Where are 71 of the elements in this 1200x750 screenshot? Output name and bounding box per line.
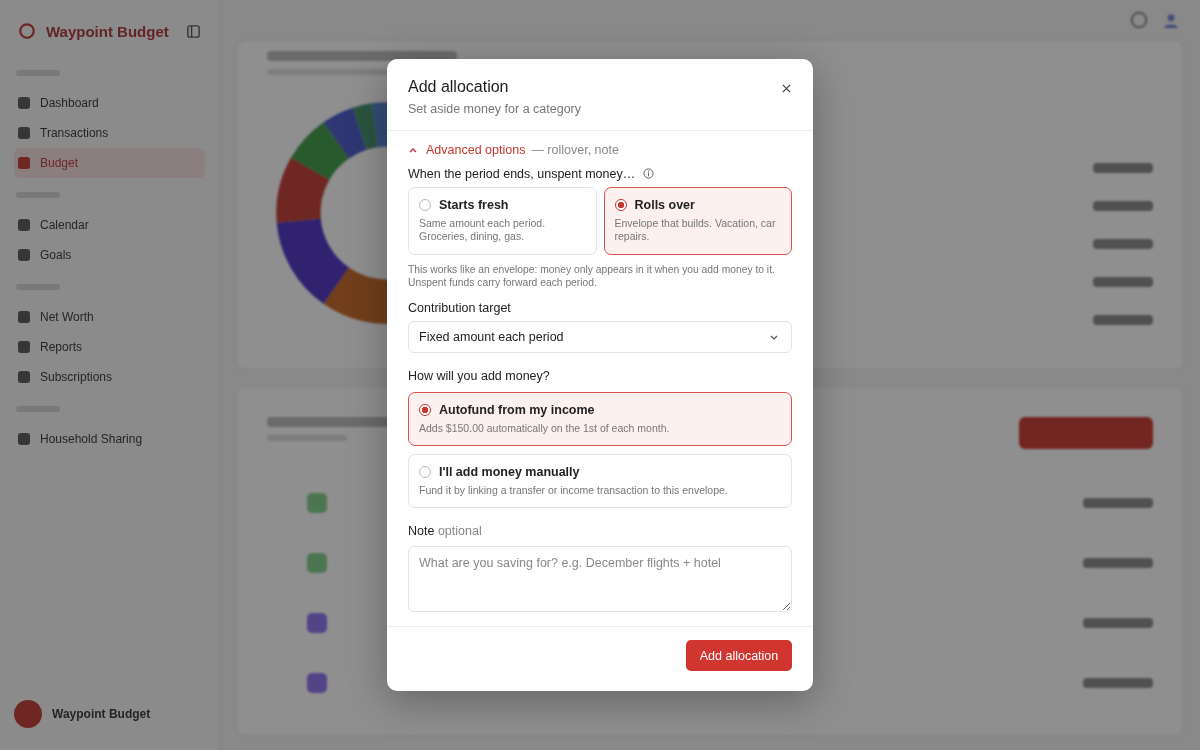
note-label: Note bbox=[408, 524, 435, 539]
nav-item[interactable]: Subscriptions bbox=[14, 362, 205, 392]
funding-question: How will you add money? bbox=[408, 369, 551, 384]
nav-icon bbox=[18, 157, 30, 169]
option-title: I'll add money manually bbox=[439, 465, 580, 480]
advanced-options-hint: — rollover, note bbox=[531, 142, 619, 157]
rollover-help-text: This works like an envelope: money only appears in it when you add money to it. Unspent funds carry forward each period. bbox=[408, 262, 776, 290]
blurred-amount bbox=[1083, 558, 1153, 568]
radio-button[interactable] bbox=[614, 198, 627, 211]
option-title: Starts fresh bbox=[439, 197, 509, 212]
optional-hint: optional bbox=[437, 524, 482, 539]
nav-item[interactable]: Goals bbox=[14, 240, 205, 270]
nav-item[interactable]: Budget bbox=[14, 148, 205, 178]
category-icon bbox=[307, 553, 327, 573]
blurred-amount bbox=[1083, 498, 1153, 508]
close-icon[interactable] bbox=[781, 82, 792, 94]
blurred-amount bbox=[1093, 163, 1153, 173]
nav-icon bbox=[18, 219, 30, 231]
blurred-amount bbox=[1093, 201, 1153, 211]
radio-button[interactable] bbox=[419, 466, 431, 479]
category-icon bbox=[307, 613, 327, 633]
option-title: Autofund from my income bbox=[439, 403, 595, 418]
blurred-amount bbox=[1093, 239, 1153, 249]
nav-item[interactable]: Reports bbox=[14, 332, 205, 362]
sidebar-toggle-icon[interactable] bbox=[186, 23, 201, 39]
category-icon bbox=[307, 673, 327, 693]
rollover-option[interactable]: Rolls over Envelope that builds. Vacation, car repairs. bbox=[603, 186, 792, 255]
rollover-option[interactable]: Starts fresh Same amount each period. Groceries, dining, gas. bbox=[408, 186, 597, 255]
logo-icon bbox=[18, 22, 36, 40]
nav-icon bbox=[18, 341, 30, 353]
nav-item[interactable]: Net Worth bbox=[14, 302, 205, 332]
advanced-options-toggle[interactable]: Advanced options bbox=[408, 142, 526, 157]
funding-option[interactable]: I'll add money manually Fund it by linking a transfer or income transaction to this envelope. bbox=[408, 454, 792, 509]
category-icon bbox=[307, 493, 327, 513]
note-field[interactable]: What are you saving for? e.g. December flights + hotel bbox=[408, 546, 792, 613]
contribution-select[interactable]: Fixed amount each period bbox=[408, 321, 792, 354]
radio-button[interactable] bbox=[419, 404, 431, 417]
nav-icon bbox=[18, 433, 30, 445]
nav-item[interactable]: Transactions bbox=[14, 118, 205, 148]
nav-icon bbox=[18, 127, 30, 139]
nav-icon bbox=[18, 249, 30, 261]
info-icon[interactable] bbox=[643, 168, 655, 180]
donut-segment bbox=[276, 157, 330, 223]
user-icon[interactable] bbox=[1162, 11, 1180, 29]
help-icon[interactable] bbox=[1130, 11, 1148, 29]
dialog-subtitle: Set aside money for a category bbox=[408, 101, 581, 116]
blurred-amount bbox=[1093, 315, 1153, 325]
rollover-question: When the period ends, unspent money… bbox=[408, 166, 636, 181]
nav-icon bbox=[18, 311, 30, 323]
nav-icon bbox=[18, 371, 30, 383]
option-description: Same amount each period. Groceries, dining, gas. bbox=[419, 216, 547, 244]
option-description: Adds $150.00 automatically on the 1st of each month. bbox=[419, 422, 671, 436]
nav-item[interactable]: Calendar bbox=[14, 210, 205, 240]
nav-icon bbox=[18, 97, 30, 109]
blurred-amount bbox=[1093, 277, 1153, 287]
donut-segment bbox=[291, 122, 349, 180]
radio-button[interactable] bbox=[419, 198, 431, 211]
user-name: Waypoint Budget bbox=[52, 707, 151, 721]
add-allocation-button[interactable]: Add allocation bbox=[686, 640, 792, 672]
option-description: Fund it by linking a transfer or income transaction to this envelope. bbox=[419, 484, 729, 498]
funding-option[interactable]: Autofund from my income Adds $150.00 automatically on the 1st of each month. bbox=[408, 392, 792, 447]
nav-item[interactable]: Household Sharing bbox=[14, 424, 205, 454]
brand-name: Waypoint Budget bbox=[46, 22, 170, 40]
blurred-amount bbox=[1083, 618, 1153, 628]
blurred-amount bbox=[1083, 678, 1153, 688]
option-title: Rolls over bbox=[634, 197, 695, 212]
dialog-title: Add allocation bbox=[408, 77, 510, 96]
option-description: Envelope that builds. Vacation, car repairs. bbox=[614, 216, 777, 244]
contribution-label: Contribution target bbox=[408, 301, 512, 316]
avatar[interactable] bbox=[14, 700, 42, 728]
nav-item[interactable]: Dashboard bbox=[14, 88, 205, 118]
